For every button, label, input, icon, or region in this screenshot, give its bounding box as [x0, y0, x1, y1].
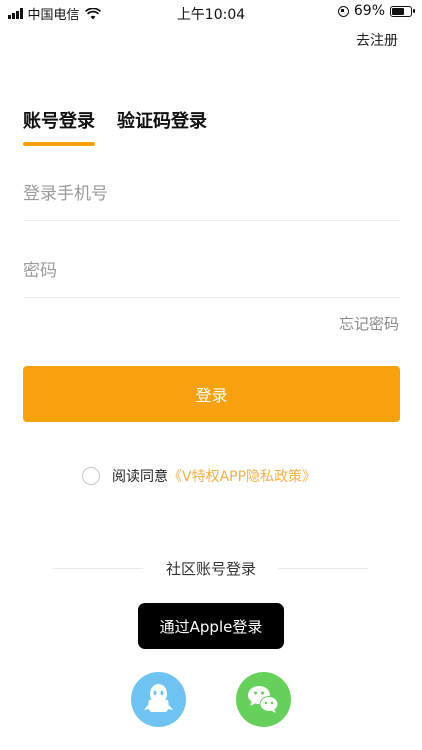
wechat-login-button[interactable] [236, 672, 291, 727]
agreement-row: 阅读同意《V特权APP隐私政策》 [82, 466, 316, 486]
qq-login-button[interactable] [131, 672, 186, 727]
phone-input[interactable] [23, 170, 400, 218]
tab-code-login[interactable]: 验证码登录 [117, 107, 207, 133]
apple-login-button[interactable]: 通过Apple登录 [138, 603, 284, 649]
divider-line-right [278, 568, 368, 569]
status-right: 69% [337, 3, 415, 19]
battery-percent: 69% [353, 3, 385, 19]
forgot-password-link[interactable]: 忘记密码 [339, 313, 399, 334]
register-link[interactable]: 去注册 [356, 30, 398, 50]
qq-icon [144, 684, 173, 712]
phone-field [23, 170, 400, 221]
password-field [23, 247, 400, 298]
wechat-icon [248, 686, 279, 713]
agreement-checkbox[interactable] [82, 467, 100, 485]
battery-fill [392, 7, 404, 15]
login-tabs: 账号登录 验证码登录 [23, 107, 207, 146]
orientation-lock-icon [337, 5, 349, 17]
tab-account-login[interactable]: 账号登录 [23, 107, 95, 146]
battery-icon [390, 5, 415, 17]
login-button[interactable]: 登录 [23, 366, 400, 422]
privacy-policy-link[interactable]: 《V特权APP隐私政策》 [168, 469, 316, 485]
status-bar: 中国电信 上午10:04 69% [0, 0, 422, 26]
social-login-divider: 社区账号登录 [0, 558, 422, 578]
password-input[interactable] [23, 247, 400, 295]
agreement-text: 阅读同意 [112, 469, 168, 485]
